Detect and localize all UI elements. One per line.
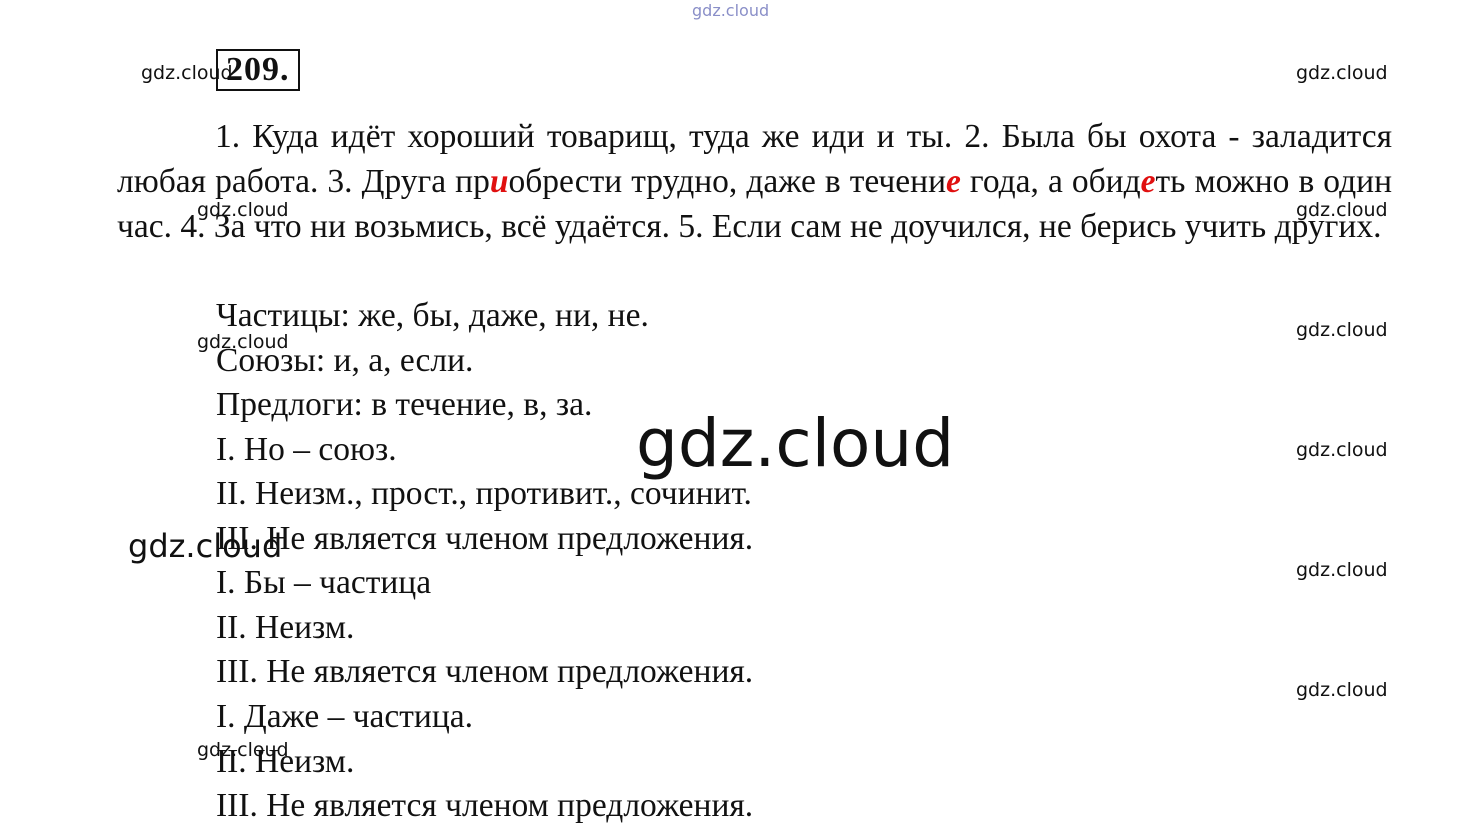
highlighted-letter: е: [946, 163, 961, 200]
line-analysis: I. Даже – частица.: [216, 698, 474, 735]
watermark: gdz.cloud: [1296, 319, 1388, 341]
line-analysis: III. Не является членом предложения.: [216, 520, 754, 557]
watermark: gdz.cloud: [1296, 439, 1388, 461]
paragraph-text: обрести трудно, даже в течени: [508, 163, 946, 200]
line-analysis: II. Неизм.: [216, 743, 355, 780]
paragraph-text: года, а обид: [960, 163, 1141, 200]
line-analysis: I. Но – союз.: [216, 431, 397, 468]
watermark: gdz.cloud: [1296, 559, 1388, 581]
task-number: 209.: [216, 49, 300, 91]
watermark-large: gdz.cloud: [636, 405, 955, 482]
line-analysis: I. Бы – частица: [216, 564, 432, 601]
line-prepositions: Предлоги: в течение, в, за.: [216, 386, 593, 423]
highlighted-letter: и: [489, 163, 509, 200]
watermark: gdz.cloud: [1296, 62, 1388, 84]
line-particles: Частицы: же, бы, даже, ни, не.: [216, 297, 649, 334]
watermark-medium: gdz.cloud: [128, 527, 283, 565]
document-page: gdz.cloud gdz.cloud gdz.cloud gdz.cloud …: [0, 0, 1460, 833]
line-analysis: III. Не является членом предложения.: [216, 787, 754, 824]
line-analysis: III. Не является членом предложения.: [216, 653, 754, 690]
line-analysis: II. Неизм.: [216, 609, 355, 646]
exercise-paragraph: 1. Куда идёт хороший товарищ, туда же ид…: [117, 114, 1392, 249]
line-conjunctions: Союзы: и, а, если.: [216, 342, 474, 379]
watermark: gdz.cloud: [1296, 679, 1388, 701]
highlighted-letter: е: [1140, 163, 1156, 200]
watermark-top: gdz.cloud: [692, 1, 770, 20]
